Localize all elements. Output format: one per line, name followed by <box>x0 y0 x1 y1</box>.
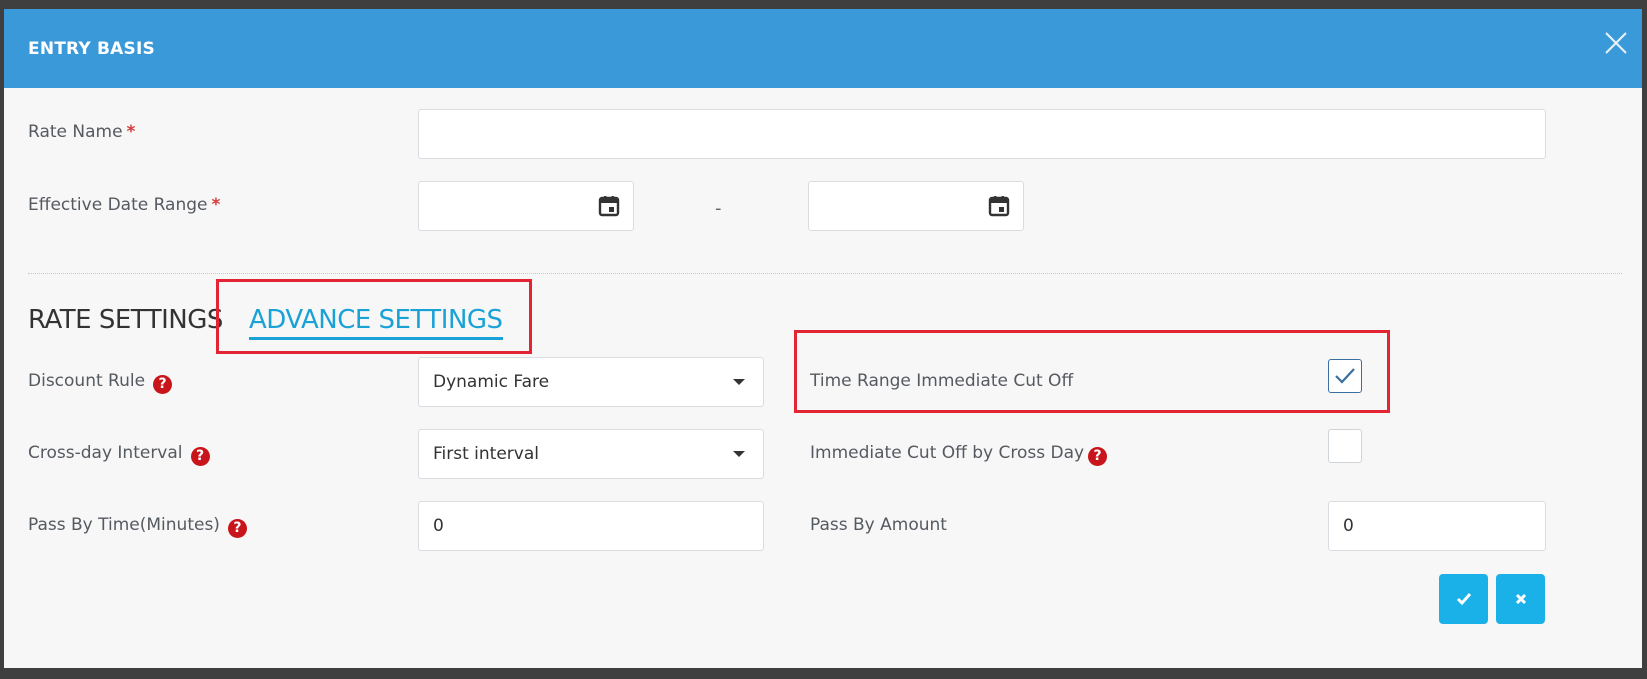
rate-name-label-text: Rate Name <box>28 122 123 142</box>
modal-header: ENTRY BASIS <box>4 9 1642 88</box>
discount-rule-value: Dynamic Fare <box>433 372 550 392</box>
effective-date-range-label: Effective Date Range * <box>28 195 220 215</box>
end-date-input[interactable] <box>808 181 1024 231</box>
cutoff-by-cross-day-label-text: Immediate Cut Off by Cross Day <box>810 443 1085 463</box>
rate-name-label: Rate Name * <box>28 122 135 142</box>
discount-rule-label-text: Discount Rule <box>28 371 146 391</box>
cutoff-by-cross-day-checkbox[interactable] <box>1328 429 1362 463</box>
cross-day-interval-value: First interval <box>433 444 539 464</box>
x-icon <box>1515 593 1527 605</box>
pass-by-time-label: Pass By Time(Minutes)? <box>28 515 247 538</box>
chevron-down-icon <box>733 379 745 385</box>
discount-rule-select[interactable]: Dynamic Fare <box>418 357 764 407</box>
modal-title: ENTRY BASIS <box>28 39 155 59</box>
close-icon <box>1605 32 1627 54</box>
pass-by-time-label-text: Pass By Time(Minutes) <box>28 515 220 535</box>
section-divider <box>28 273 1622 274</box>
calendar-icon[interactable] <box>597 194 621 218</box>
start-date-input[interactable] <box>418 181 634 231</box>
pass-by-amount-label: Pass By Amount <box>810 515 947 535</box>
help-icon[interactable]: ? <box>227 519 247 538</box>
background-strip <box>0 668 1647 679</box>
check-icon <box>1456 593 1472 606</box>
close-button[interactable] <box>1600 27 1632 59</box>
confirm-button[interactable] <box>1439 574 1488 624</box>
tab-rate-settings[interactable]: RATE SETTINGS <box>28 305 223 335</box>
cross-day-interval-label-text: Cross-day Interval <box>28 443 183 463</box>
cross-day-interval-select[interactable]: First interval <box>418 429 764 479</box>
discount-rule-label: Discount Rule? <box>28 371 173 394</box>
help-icon[interactable]: ? <box>1088 447 1108 466</box>
cancel-button[interactable] <box>1496 574 1545 624</box>
pass-by-time-input[interactable]: 0 <box>418 501 764 551</box>
rate-name-input[interactable] <box>418 109 1546 159</box>
help-icon[interactable]: ? <box>153 375 173 394</box>
cross-day-interval-label: Cross-day Interval? <box>28 443 210 466</box>
date-range-separator: - <box>715 198 722 219</box>
required-mark: * <box>211 195 221 215</box>
highlight-box-time-range-cutoff <box>794 330 1390 413</box>
calendar-icon[interactable] <box>987 194 1011 218</box>
chevron-down-icon <box>733 451 745 457</box>
pass-by-amount-input[interactable]: 0 <box>1328 501 1546 551</box>
cutoff-by-cross-day-label: Immediate Cut Off by Cross Day? <box>810 443 1108 466</box>
entry-basis-modal: ENTRY BASIS Rate Name * Effective Date Ra… <box>4 9 1642 679</box>
effective-date-range-label-text: Effective Date Range <box>28 195 208 215</box>
required-mark: * <box>126 122 136 142</box>
help-icon[interactable]: ? <box>190 447 210 466</box>
highlight-box-advance-settings <box>216 279 532 354</box>
